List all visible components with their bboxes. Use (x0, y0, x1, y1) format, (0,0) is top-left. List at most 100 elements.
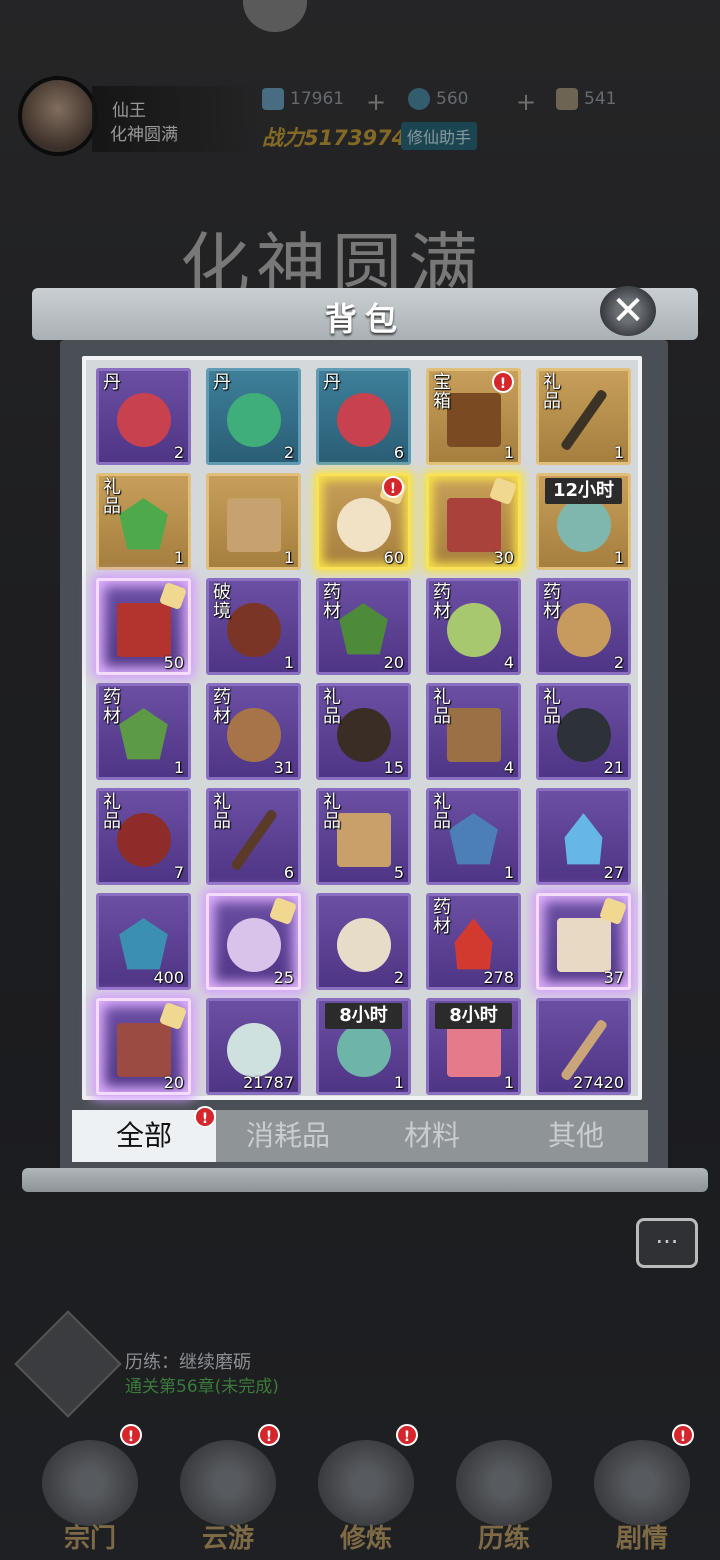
nav-trial[interactable]: 历练 (444, 1430, 564, 1560)
bag-item-slot[interactable]: 礼品 21 (536, 683, 631, 780)
training-label: 历练：继续磨砺 (125, 1352, 251, 1373)
sect-icon (42, 1440, 138, 1526)
nav-sect[interactable]: 宗门! (30, 1424, 150, 1560)
bag-item-slot[interactable]: 破境 1 (206, 578, 301, 675)
training-panel[interactable]: 历练：继续磨砺 通关第56章(未完成) (14, 1310, 490, 1418)
tab-other[interactable]: 其他 (504, 1110, 648, 1162)
fragment-icon (268, 896, 298, 926)
bag-item-slot[interactable]: 25 (206, 893, 301, 990)
bag-item-slot[interactable]: 8小时 1 (316, 998, 411, 1095)
alert-badge: ! (382, 476, 404, 498)
bag-item-slot[interactable]: 20 (96, 998, 191, 1095)
bag-item-slot[interactable]: 礼品 4 (426, 683, 521, 780)
tab-label: 其他 (547, 1119, 604, 1152)
item-count: 15 (383, 758, 404, 777)
item-count: 21 (603, 758, 624, 777)
alert-badge: ! (396, 1424, 418, 1446)
trial-icon (456, 1440, 552, 1526)
bag-item-slot[interactable]: 药材 20 (316, 578, 411, 675)
bag-item-slot[interactable]: 50 (96, 578, 191, 675)
bag-item-slot[interactable]: 30 (426, 473, 521, 570)
bag-item-slot[interactable]: 27420 (536, 998, 631, 1095)
bag-item-slot[interactable]: 药材 2 (536, 578, 631, 675)
bag-item-slot[interactable]: 60! (316, 473, 411, 570)
tab-materials[interactable]: 材料 (360, 1110, 504, 1162)
item-count: 1 (283, 653, 294, 672)
bag-item-slot[interactable]: 宝箱 1! (426, 368, 521, 465)
item-image (559, 388, 608, 452)
story-icon (594, 1440, 690, 1526)
bag-item-slot[interactable]: 丹2 (206, 368, 301, 465)
bag-item-slot[interactable]: 礼品 7 (96, 788, 191, 885)
item-count: 1 (613, 443, 624, 462)
item-count: 4 (503, 653, 514, 672)
bag-item-slot[interactable]: 2 (316, 893, 411, 990)
item-category-tag: 礼品 (543, 687, 561, 727)
bag-item-slot[interactable]: 礼品 1 (426, 788, 521, 885)
tab-all[interactable]: 全部! (72, 1106, 216, 1162)
item-count: 7 (173, 863, 184, 882)
tab-label: 材料 (403, 1119, 460, 1152)
bag-item-slot[interactable]: 药材 278 (426, 893, 521, 990)
item-image (119, 918, 168, 970)
item-count: 30 (493, 548, 514, 567)
item-image (226, 918, 281, 973)
nav-travel[interactable]: 云游! (168, 1424, 288, 1560)
close-icon[interactable]: ✕ (600, 286, 656, 336)
bag-panel: 丹 2 丹 2 丹 6 宝箱 1! 礼品 1 礼品 1 1 60! 30 12小时 1 50 破境 1 药材 20 药材 4 药… (82, 356, 642, 1100)
item-count: 1 (503, 443, 514, 462)
item-category-tag: 礼品 (433, 792, 451, 832)
bag-item-slot[interactable]: 21787 (206, 998, 301, 1095)
bag-item-slot[interactable]: 礼品 5 (316, 788, 411, 885)
item-category-tag: 药材 (433, 897, 451, 937)
nav-label: 历练 (477, 1524, 530, 1554)
item-count: 31 (273, 758, 294, 777)
bag-window: 背包 ✕ 丹 2 丹 2 丹 6 宝箱 1! 礼品 1 礼品 1 1 60! 30 12小时 1 50 破境 1 药材 2… (22, 286, 708, 1192)
item-category-tag: 礼品 (543, 372, 561, 412)
bag-tabs: 全部! 消耗品 材料 其他 (72, 1106, 648, 1162)
item-count: 400 (153, 968, 184, 987)
bag-item-slot[interactable]: 1 (206, 473, 301, 570)
bag-item-slot[interactable]: 丹6 (316, 368, 411, 465)
item-image (116, 393, 171, 448)
bag-item-slot[interactable]: 礼品 15 (316, 683, 411, 780)
item-timer: 8小时 (435, 1003, 512, 1029)
bag-item-slot[interactable]: 药材 4 (426, 578, 521, 675)
tab-consumables[interactable]: 消耗品 (216, 1110, 360, 1162)
item-count: 2 (393, 968, 404, 987)
item-count: 6 (393, 443, 404, 462)
bag-item-slot[interactable]: 礼品 1 (96, 473, 191, 570)
bag-item-slot[interactable]: 丹2 (96, 368, 191, 465)
bag-item-slot[interactable]: 礼品 6 (206, 788, 301, 885)
bag-item-slot[interactable]: 药材 1 (96, 683, 191, 780)
item-image (229, 808, 278, 872)
travel-icon (180, 1440, 276, 1526)
bag-item-slot[interactable]: 27 (536, 788, 631, 885)
bag-item-slot[interactable]: 8小时 1 (426, 998, 521, 1095)
item-grid: 丹 2 丹 2 丹 6 宝箱 1! 礼品 1 礼品 1 1 60! 30 12小时 1 50 破境 1 药材 20 药材 4 药… (96, 368, 631, 1095)
bottom-nav: 宗门! 云游! 修炼! 历练 剧情! (0, 1420, 720, 1560)
item-image (446, 1023, 501, 1078)
bag-item-slot[interactable]: 药材 31 (206, 683, 301, 780)
bag-item-slot[interactable]: 12小时 1 (536, 473, 631, 570)
chat-icon[interactable]: ··· (636, 1218, 698, 1268)
item-count: 20 (163, 1073, 184, 1092)
item-category-tag: 礼品 (213, 792, 231, 832)
bag-title: 背包 (324, 300, 405, 338)
bag-item-slot[interactable]: 400 (96, 893, 191, 990)
item-category-tag: 药材 (543, 582, 561, 622)
item-count: 2 (613, 653, 624, 672)
item-image (116, 1023, 171, 1078)
item-count: 6 (283, 863, 294, 882)
bag-item-slot[interactable]: 37 (536, 893, 631, 990)
item-count: 1 (503, 863, 514, 882)
item-category-tag: 丹 (103, 372, 121, 393)
tab-label: 全部 (115, 1119, 172, 1152)
item-count: 1 (613, 548, 624, 567)
nav-story[interactable]: 剧情! (582, 1424, 702, 1560)
item-image (564, 813, 603, 865)
bag-item-slot[interactable]: 礼品 1 (536, 368, 631, 465)
item-timer: 12小时 (545, 478, 622, 504)
nav-cultivate[interactable]: 修炼! (306, 1424, 426, 1560)
alert-badge: ! (120, 1424, 142, 1446)
